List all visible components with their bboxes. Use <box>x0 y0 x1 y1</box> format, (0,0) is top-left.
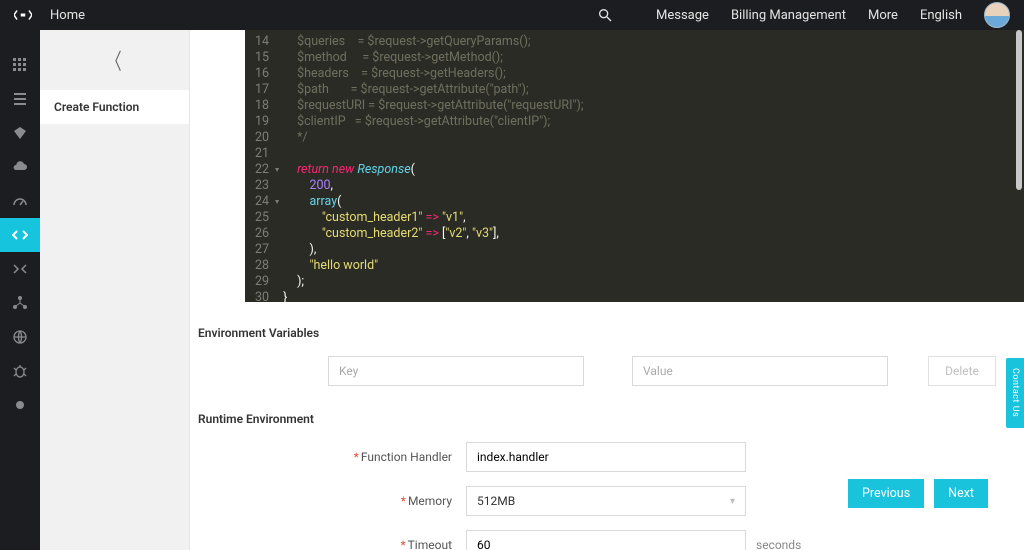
nav-home[interactable]: Home <box>50 8 85 23</box>
rail-dot-icon[interactable] <box>0 388 40 422</box>
memory-select[interactable]: 512MB ▾ <box>466 486 746 516</box>
scrollbar-thumb[interactable] <box>1016 30 1022 190</box>
search-icon[interactable] <box>596 6 614 24</box>
scrollbar[interactable] <box>1016 30 1022 550</box>
timeout-input[interactable] <box>466 530 746 550</box>
footer-buttons: Previous Next <box>848 479 988 508</box>
rail-shuffle-icon[interactable] <box>0 252 40 286</box>
rail-stack-icon[interactable] <box>0 82 40 116</box>
memory-value: 512MB <box>477 494 515 508</box>
next-button[interactable]: Next <box>934 479 988 508</box>
editor-gutter: 1415161718192021222324252627282930 <box>245 30 279 302</box>
rail-globe-icon[interactable] <box>0 320 40 354</box>
secondary-panel: 〈 Create Function <box>40 30 190 550</box>
timeout-label: Timeout <box>408 538 452 550</box>
avatar[interactable] <box>984 2 1010 28</box>
code-editor[interactable]: 1415161718192021222324252627282930 $quer… <box>245 30 1024 302</box>
function-handler-label: Function Handler <box>361 450 452 464</box>
rail-grid-icon[interactable] <box>0 48 40 82</box>
rail-bug-icon[interactable] <box>0 354 40 388</box>
form-area: Environment Variables Delete Runtime Env… <box>190 302 1024 550</box>
env-var-row: Delete <box>198 356 996 386</box>
timeout-unit: seconds <box>756 538 801 550</box>
nav-billing[interactable]: Billing Management <box>731 8 846 23</box>
sidebar-item-create-function[interactable]: Create Function <box>40 90 189 124</box>
env-section-title: Environment Variables <box>198 326 996 340</box>
chevron-down-icon: ▾ <box>730 496 735 507</box>
runtime-section-title: Runtime Environment <box>198 412 996 426</box>
nav-message[interactable]: Message <box>656 8 709 23</box>
chevron-left-icon: 〈 <box>107 44 122 76</box>
nav-more[interactable]: More <box>868 8 898 23</box>
env-key-input[interactable] <box>328 356 584 386</box>
rail-gauge-icon[interactable] <box>0 184 40 218</box>
previous-button[interactable]: Previous <box>848 479 924 508</box>
rail-diamond-icon[interactable] <box>0 116 40 150</box>
nav-language[interactable]: English <box>920 8 962 23</box>
main: 1415161718192021222324252627282930 $quer… <box>190 30 1024 550</box>
left-rail <box>0 30 40 550</box>
brand-logo[interactable] <box>14 8 32 22</box>
editor-body[interactable]: $queries = $request->getQueryParams();$m… <box>279 30 583 302</box>
back-button[interactable]: 〈 <box>40 30 189 90</box>
function-handler-input[interactable] <box>466 442 746 472</box>
memory-label: Memory <box>408 494 452 508</box>
rail-code-icon[interactable] <box>0 218 40 252</box>
field-function-handler: *Function Handler <box>198 442 996 472</box>
topbar: Home Message Billing Management More Eng… <box>0 0 1024 30</box>
env-value-input[interactable] <box>632 356 888 386</box>
rail-tree-icon[interactable] <box>0 286 40 320</box>
env-delete-button[interactable]: Delete <box>928 356 996 386</box>
rail-cloud-icon[interactable] <box>0 150 40 184</box>
field-timeout: *Timeout seconds <box>198 530 996 550</box>
